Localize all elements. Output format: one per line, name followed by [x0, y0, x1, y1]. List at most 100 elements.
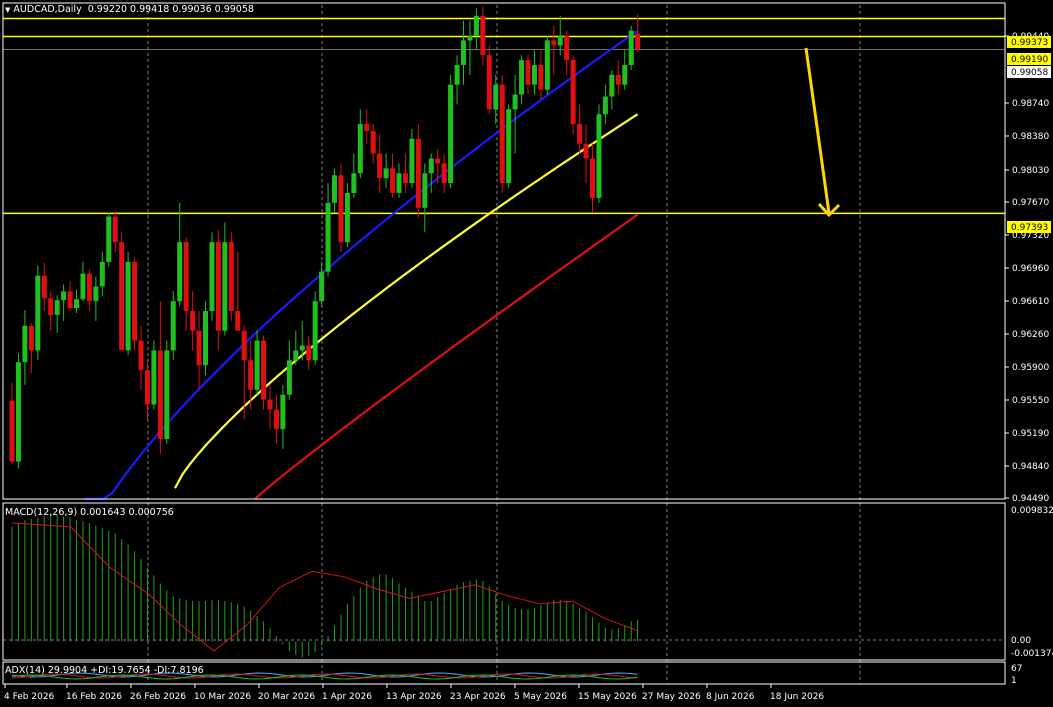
candle-body: [196, 330, 202, 366]
price-tick-label: 0.98380: [1012, 132, 1049, 142]
candle-body: [132, 261, 138, 341]
candle-body: [486, 55, 492, 110]
date-label: 5 May 2026: [514, 692, 567, 702]
candle-body: [557, 35, 563, 46]
candle-body: [615, 74, 621, 85]
price-tag-label: 0.99190: [1011, 55, 1048, 65]
candle-body: [351, 173, 357, 193]
candle-body: [364, 124, 370, 131]
price-tick-label: 0.94840: [1012, 462, 1049, 472]
candle-body: [306, 345, 312, 361]
candle-body: [319, 271, 325, 302]
adx-scale-label: 67: [1011, 664, 1022, 674]
candle-body: [441, 163, 447, 184]
candle-body: [628, 30, 634, 66]
date-label: 16 Feb 2026: [66, 692, 122, 702]
candle-body: [228, 242, 234, 312]
candle-body: [506, 109, 512, 184]
candle-body: [332, 175, 337, 203]
macd-scale-label: 0.00: [1011, 636, 1031, 646]
candle-body: [22, 325, 28, 363]
candle-body: [222, 242, 228, 331]
candle-body: [15, 362, 21, 462]
candle-body: [209, 242, 215, 312]
candle-body: [99, 261, 105, 287]
candle-body: [609, 74, 615, 97]
trading-chart[interactable]: 0.994400.987400.983800.980300.976700.973…: [0, 0, 1053, 707]
candle-body: [551, 40, 557, 46]
candle-body: [80, 273, 86, 300]
chart-header: ▼ AUDCAD,Daily 0.99220 0.99418 0.99036 0…: [5, 4, 254, 15]
candle-body: [396, 173, 402, 193]
candle-body: [480, 15, 486, 56]
candle-body: [280, 394, 286, 430]
candle-body: [241, 330, 247, 361]
candle-body: [325, 202, 331, 272]
candle-body: [183, 242, 189, 312]
candle-body: [525, 60, 531, 85]
candle-body: [41, 275, 47, 299]
candle-body: [383, 168, 389, 179]
price-tick-label: 0.98030: [1012, 166, 1049, 176]
price-tick-label: 0.95550: [1012, 396, 1049, 406]
macd-label: MACD(12,26,9) 0.001643 0.000756: [5, 507, 174, 518]
candle-body: [261, 340, 267, 400]
price-tick-label: 0.98740: [1012, 99, 1049, 109]
candle-body: [190, 311, 196, 331]
candle-body: [74, 299, 79, 309]
date-label: 4 Feb 2026: [4, 692, 55, 702]
candle-body: [370, 130, 376, 154]
chevron-down-icon[interactable]: ▼: [5, 6, 10, 14]
candle-body: [177, 242, 183, 302]
candle-body: [390, 168, 396, 193]
candle-body: [577, 124, 583, 144]
price-tag-label: 0.99058: [1011, 68, 1048, 78]
candle-body: [106, 216, 112, 262]
price-tick-label: 0.96960: [1012, 264, 1049, 274]
adx-scale-label: 1: [1011, 676, 1017, 686]
candle-body: [151, 350, 157, 405]
candle-body: [248, 360, 254, 390]
candle-body: [119, 242, 125, 351]
candle-body: [590, 158, 595, 198]
candle-body: [299, 345, 305, 351]
candle-body: [377, 153, 383, 179]
candle-body: [570, 60, 576, 125]
candle-body: [86, 273, 92, 302]
candle-body: [635, 33, 641, 50]
date-label: 26 Feb 2026: [130, 692, 186, 702]
candle-body: [144, 370, 150, 405]
candle-body: [61, 291, 67, 301]
candle-body: [409, 138, 415, 184]
candle-body: [93, 286, 99, 302]
candle-body: [428, 158, 434, 174]
candle-body: [622, 65, 628, 85]
candle-body: [344, 192, 350, 243]
candle-body: [448, 84, 454, 184]
candle-body: [402, 173, 408, 184]
candle-body: [112, 216, 118, 243]
date-label: 10 Mar 2026: [194, 692, 251, 702]
candle-body: [596, 114, 602, 198]
candle-body: [473, 15, 479, 36]
price-tag-label: 0.97393: [1011, 223, 1048, 233]
price-tick-label: 0.96610: [1012, 297, 1049, 307]
candle-body: [48, 298, 54, 315]
candle-body: [138, 340, 144, 371]
candle-body: [164, 350, 170, 439]
candle-body: [357, 124, 363, 174]
candle-body: [157, 350, 163, 439]
candle-body: [435, 158, 441, 164]
ohlc-values: 0.99220 0.99418 0.99036 0.99058: [87, 4, 254, 15]
candle-body: [519, 60, 525, 95]
candle-body: [67, 291, 73, 309]
date-label: 27 May 2026: [642, 692, 701, 702]
date-label: 13 Apr 2026: [386, 692, 442, 702]
candle-body: [454, 65, 460, 85]
candle-body: [254, 340, 260, 390]
candle-body: [203, 311, 208, 366]
candle-body: [293, 350, 299, 361]
macd-scale-label: 0.009832: [1011, 506, 1053, 516]
candle-body: [544, 40, 550, 90]
candle-body: [54, 300, 60, 315]
